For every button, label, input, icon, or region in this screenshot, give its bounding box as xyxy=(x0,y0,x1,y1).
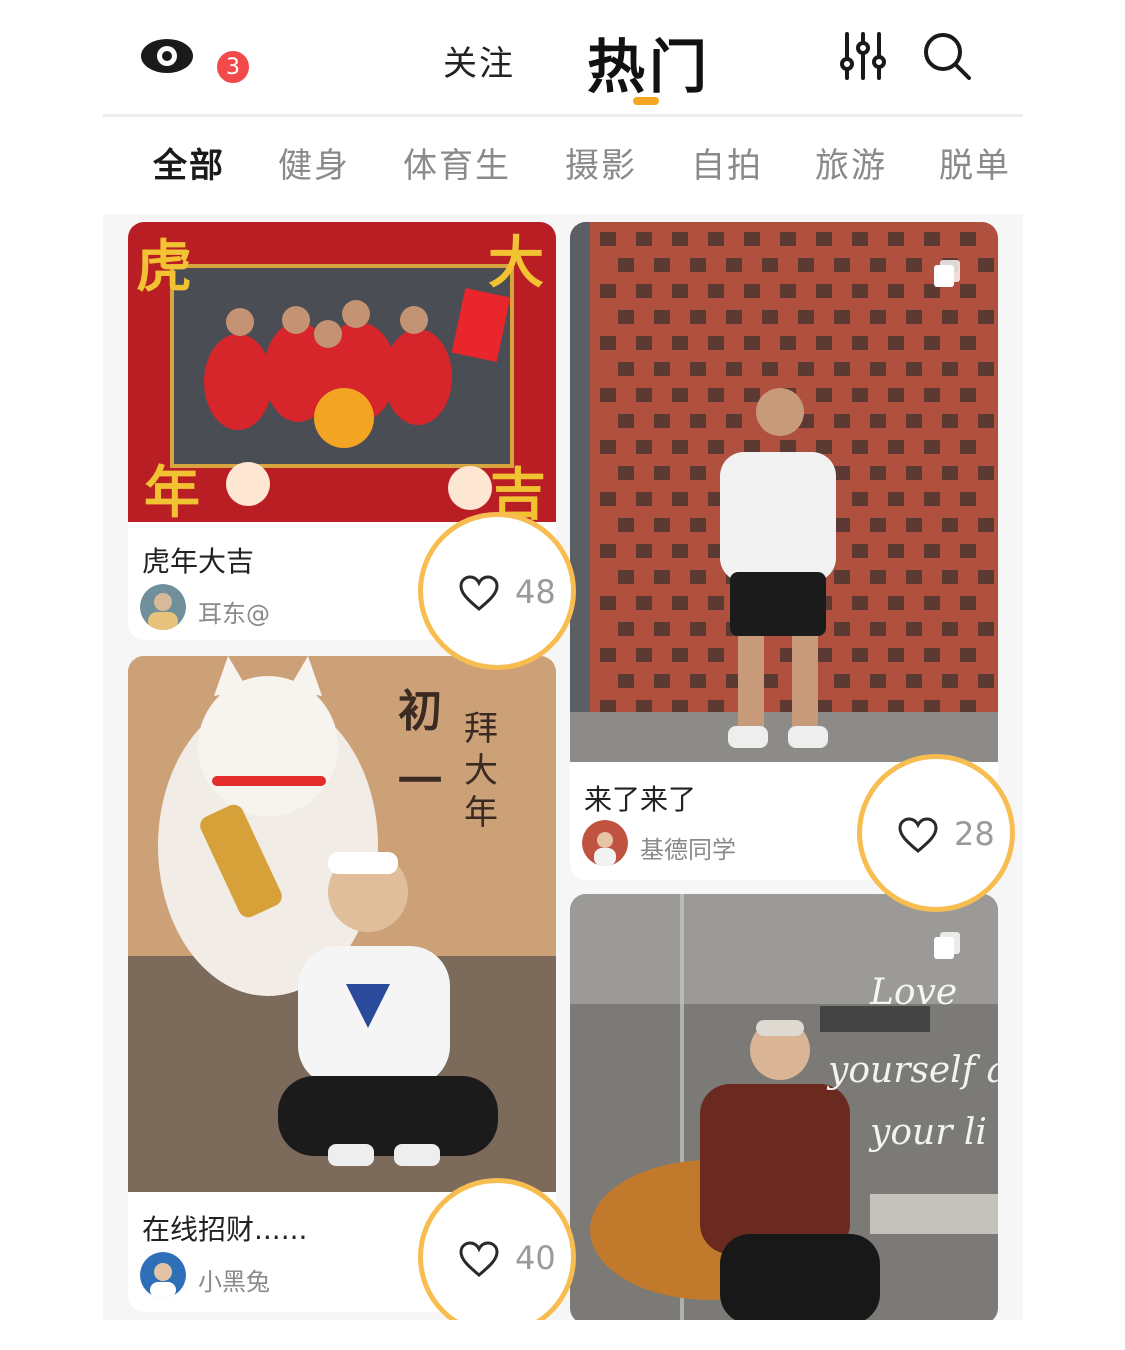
category-fitness[interactable]: 健身 xyxy=(278,138,350,187)
svg-text:初: 初 xyxy=(398,686,442,737)
category-photography[interactable]: 摄影 xyxy=(565,138,637,187)
like-count: 28 xyxy=(954,815,995,853)
heart-icon xyxy=(459,1241,499,1277)
category-selfie[interactable]: 自拍 xyxy=(691,138,763,187)
svg-text:your li: your li xyxy=(868,1112,987,1153)
author-avatar xyxy=(582,820,628,866)
like-button[interactable]: 28 xyxy=(857,754,1015,912)
filter-button[interactable] xyxy=(839,30,887,82)
svg-text:yourself a: yourself a xyxy=(826,1050,998,1091)
svg-text:大: 大 xyxy=(488,230,544,296)
author-avatar xyxy=(140,584,186,630)
heart-icon xyxy=(898,817,938,853)
search-button[interactable] xyxy=(921,30,973,82)
svg-text:一: 一 xyxy=(398,756,442,807)
post-photo: 初一 拜大年 xyxy=(128,656,556,1192)
category-all[interactable]: 全部 xyxy=(153,138,225,187)
category-bar: 全部 健身 体育生 摄影 自拍 旅游 脱单 xyxy=(103,138,1023,198)
notification-button[interactable]: 3 xyxy=(139,30,252,90)
post-title: 来了来了 xyxy=(584,783,697,816)
svg-text:年: 年 xyxy=(464,793,498,833)
like-count: 40 xyxy=(515,1239,556,1277)
like-button[interactable]: 48 xyxy=(418,512,576,670)
search-icon xyxy=(924,33,971,80)
post-feed[interactable]: 虎大年吉 虎年大吉 耳东@ 来了来了 基德同学 初 一 拜 大 年 在线招财..… xyxy=(103,214,1023,1320)
like-count: 48 xyxy=(515,573,556,611)
stack-icon xyxy=(930,256,964,290)
app-screen: 3 关注 热门 全部 健身 体育生 摄影 自拍 旅游 脱单 虎 大 年 吉 虎年… xyxy=(103,0,1023,1320)
svg-text:拜: 拜 xyxy=(464,709,498,749)
post-photo xyxy=(570,222,998,762)
author-name: 小黑兔 xyxy=(198,1268,270,1296)
active-tab-indicator xyxy=(633,97,659,105)
author-name: 基德同学 xyxy=(640,836,736,864)
svg-text:Love: Love xyxy=(869,972,957,1013)
sliders-icon xyxy=(840,32,886,80)
author-avatar xyxy=(140,1252,186,1298)
svg-text:虎: 虎 xyxy=(136,234,192,300)
svg-text:大: 大 xyxy=(464,751,498,791)
svg-text:年: 年 xyxy=(144,460,200,522)
post-photo: 虎大年吉 xyxy=(128,222,556,522)
header-divider xyxy=(103,114,1023,117)
post-title: 虎年大吉 xyxy=(142,545,255,578)
post-card[interactable]: Love yourself a your li xyxy=(570,894,998,1320)
category-dating[interactable]: 脱单 xyxy=(939,138,1011,187)
post-title: 在线招财...... xyxy=(142,1213,308,1246)
tab-hot[interactable]: 热门 xyxy=(587,20,711,104)
stack-icon xyxy=(930,928,964,962)
top-bar: 3 关注 热门 xyxy=(103,0,1023,117)
tab-follow[interactable]: 关注 xyxy=(443,36,515,85)
eye-icon xyxy=(141,39,193,73)
notification-badge: 3 xyxy=(214,48,252,86)
heart-icon xyxy=(459,575,499,611)
category-travel[interactable]: 旅游 xyxy=(815,138,887,187)
author-name: 耳东@ xyxy=(198,600,270,628)
category-athlete[interactable]: 体育生 xyxy=(403,138,511,187)
